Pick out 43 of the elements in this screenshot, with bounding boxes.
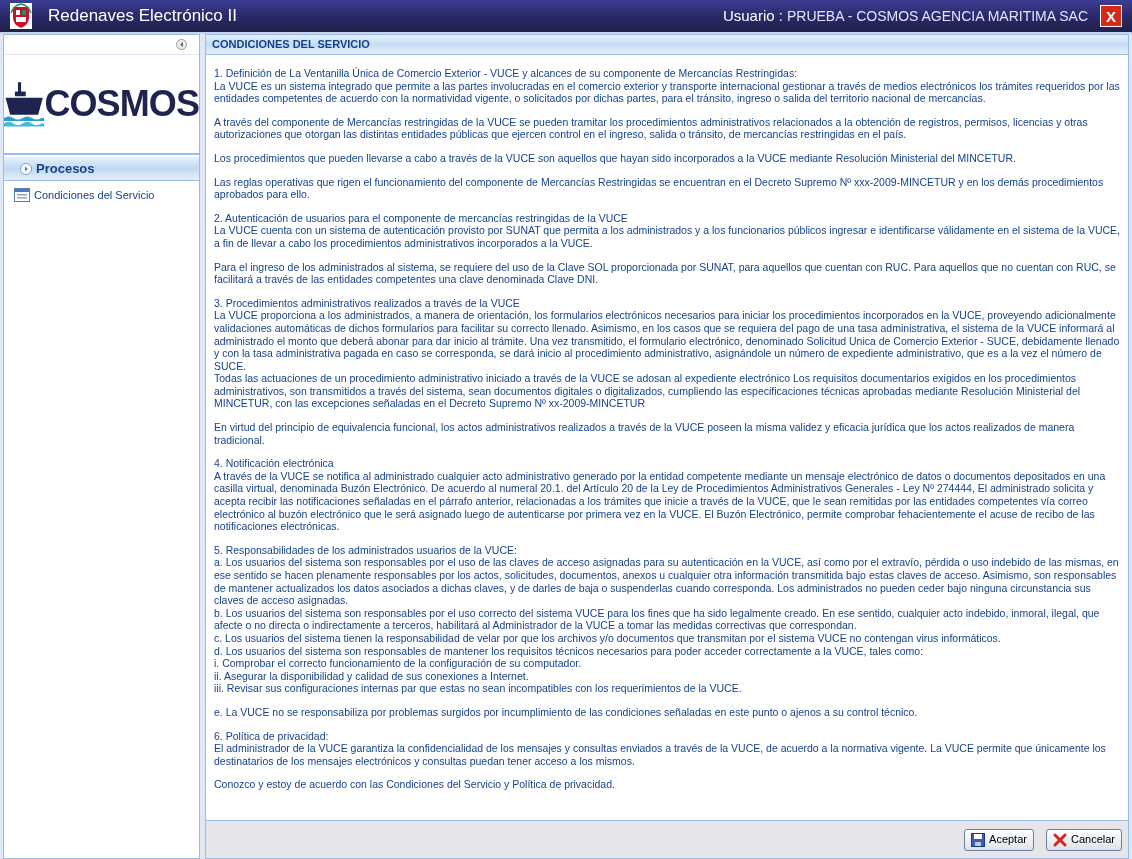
expand-icon xyxy=(20,162,32,175)
terms-paragraph: En virtud del principio de equivalencia funcional, los actos administrativos realizados a través de la VUCE poseen la misma validez y eficacia jurídica que los actos realizados de manera tradicional. xyxy=(214,421,1076,447)
app-title: Redenaves Electrónico II xyxy=(48,5,237,28)
terms-paragraph: Conozco y estoy de acuerdo con las Condiciones del Servicio y Política de privacidad. xyxy=(214,778,616,791)
terms-paragraph: 3. Procedimientos administrativos realizados a través de la VUCE xyxy=(214,296,521,310)
terms-paragraph: a. Los usuarios del sistema son responsables por el uso de las claves de acceso asignadas para su autenticación en la VUCE, así como por el extravío, pérdida o uso indebido de las mismas, en ese sentido se hacen plenamente responsables por los actos, solicitudes, documentos, anexos u cualquier otra información transmitida bajo estas claves de acceso. Asimismo, son responsables de mantener actualizados los datos asociados a dichas claves, y de darles de baja o suspenderlas cuando corresponda. Los administrados no pueden ceder bajo ninguna circunstancia sus claves de acceso asignadas. xyxy=(214,556,1120,607)
terms-paragraph: 6. Política de privacidad: xyxy=(214,729,330,743)
terms-paragraph: El administrador de la VUCE garantiza la confidencialidad de los mensajes y consultas enviados a través de la VUCE, de acuerdo a la normativa vigente. La VUCE permite que únicamente los destinatarios de los mensajes electrónicos y consultas puedan tener acceso a los mismos. xyxy=(214,742,1107,768)
terms-paragraph: A través de la VUCE se notifica al administrado cualquier acto administrativo generado por la entidad competente mediante un mensaje electrónico de datos o documentos depositados en una casilla virtual, denominada Buzón Electrónico. De acuerdo al numeral 20.1. del Artículo 20 de la Ley de Procedimientos Administrativos Generales - Ley Nº 274444, El administrado solicita y acepta recibir las notificaciones señaladas en el párrafo anterior, relacionadas a los trámites que inicie a través de la VUCE, que le sean remitidas por las entidades competentes vía correo electrónico al buzón electrónico que le será asignado luego de autenticarse por primera vez en la VUCE. El Buzón Electrónico, permite comprobar fehacientemente el acuse de recibo de las notificaciones electrónicas. xyxy=(214,469,1107,533)
terms-paragraph: e. La VUCE no se responsabiliza por problemas surgidos por incumplimiento de las condiciones señaladas en este punto o ajenos a su control técnico. xyxy=(214,705,919,719)
collapse-icon[interactable] xyxy=(176,39,187,50)
terms-paragraph: c. Los usuarios del sistema tienen la responsabilidad de velar por que los archivos y/o documentos que transmitan por el sistema VUCE no contengan virus informáticos. xyxy=(214,631,1002,645)
terms-paragraph: b. Los usuarios del sistema son responsables por el uso correcto del sistema VUCE para los fines que ha sido legalmente creado. En ese sentido, cualquier acto indebido, inmoral, ilegal, que afecte o no directa o indirectamente a terceros, habilitará al Administrador de la VUCE a tomar las medidas correctivas que correspondan. xyxy=(214,606,1101,632)
terms-paragraph: La VUCE cuenta con un sistema de autenticación provisto por SUNAT que permita a los administrados y a los funcionarios públicos ingresar e identificarse válidamente en el sistema de la VUCE, a fin de llevar a cabo los procedimientos administrativos incorporados a la VUCE. xyxy=(214,224,1120,250)
terms-paragraph: La VUCE es un sistema integrado que permite a las partes involucradas en el comercio exterior y transporte internacional gestionar a través de medios electrónicos los trámites requeridos por las entidades competentes de acuerdo con la normatividad vigente, o solicitados por dichas partes, para el tránsito, ingreso o salida del territorio nacional de mercancías. xyxy=(214,79,1120,105)
terms-paragraph: d. Los usuarios del sistema son responsables de mantener los requisitos técnicos necesarios para poder acceder correctamente a la VUCE, tales como: xyxy=(214,644,925,658)
terms-paragraph: Para el ingreso de los administrados al sistema, se requiere del uso de la Clave SOL proporcionada por SUNAT, para aquellos que cuentan con RUC. Para aquellos que no cuentan con RUC, se facilitará a través de las entidades competentes una clave denominada Clave DNI. xyxy=(214,260,1117,286)
terms-paragraph: A través del componente de Mercancías restringidas de la VUCE se pueden tramitar los procedimientos administrativos relacionados a la obtención de registros, permisos, licencias y otras autorizaciones que otorgan las distintas entidades públicas que ejercen control en el ingreso, salida o tránsito, de mercancías restringidas en el país. xyxy=(214,115,1089,141)
close-button[interactable]: X xyxy=(1100,5,1122,27)
terms-paragraph: La VUCE proporciona a los administrados, a manera de orientación, los formularios electrónicos necesarios para iniciar los procedimientos incorporados en la VUCE, proveyendo adicionalmente validaciones automáticas de dichos formularios para facilitar su correcto llenado. Asimismo, en los casos que se requiera del pago de una tasa administrativa, el sistema de la VUCE informará al administrado el monto que deberá abonar para dar inicio al trámite. Una vez transmitido, el formulario electrónico, denominado Solicitud Unica de Comercio Exterior - SUCE, debidamente llenado y con la tasa administrativa pagada en caso se corresponda, se dará inicio al procedimiento administrativo, asignándole un número de expediente administrativo, que es a la vez el número de SUCE. xyxy=(214,309,1120,373)
section-title: Procesos xyxy=(36,159,95,178)
terms-paragraph: 5. Responsabilidades de los administrados usuarios de la VUCE: xyxy=(214,543,518,557)
user-label: Usuario : xyxy=(722,5,783,26)
form-icon xyxy=(14,188,30,203)
sidebar-item[interactable]: Condiciones del Servicio xyxy=(4,181,199,210)
terms-paragraph: Las reglas operativas que rigen el funcionamiento del componente de Mercancías Restringidas se encuentran en el Decreto Supremo Nº xxx-2009-MINCETUR y en los demás procedimientos aprobados para ello. xyxy=(214,175,1105,201)
user-name: PRUEBA - COSMOS AGENCIA MARITIMA SAC xyxy=(786,6,1088,26)
accept-button[interactable]: Aceptar xyxy=(964,828,1034,851)
terms-paragraph: 2. Autenticación de usuarios para el componente de mercancías restringidas de la VUCE xyxy=(214,211,629,225)
section-header[interactable]: Procesos xyxy=(4,157,199,181)
terms-paragraph: Todas las actuaciones de un procedimiento administrativo iniciado a través de la VUCE se adosan al expediente electrónico Los requisitos documentarios exigidos en los procedimientos administrativos, son transmitidos a través del sistema, sean documentos digitales o digitalizados, cumpliendo las especificaciones técnicas aprobadas mediante Resolución Ministerial del MINCETUR, con las excepciones señaladas en el Decreto Supremo Nº xx-2009-MINCETUR xyxy=(214,372,1082,411)
terms-paragraph: i. Comprobar el correcto funcionamiento de la configuración de su computador. xyxy=(214,657,583,670)
terms-paragraph: 4. Notificación electrónica xyxy=(214,457,335,470)
logo-text: COSMOS xyxy=(44,82,199,126)
coat-of-arms-icon xyxy=(10,3,32,29)
terms-paragraph: ii. Asegurar la disponibilidad y calidad de sus conexiones a Internet. xyxy=(214,669,530,683)
panel-title: CONDICIONES DEL SERVICIO xyxy=(212,37,370,53)
terms-paragraph: Los procedimientos que pueden llevarse a cabo a través de la VUCE son aquellos que hayan sido incorporados a la VUCE mediante Resolución Ministerial del MINCETUR. xyxy=(214,151,1017,165)
save-icon xyxy=(971,832,986,847)
terms-paragraph: iii. Revisar sus configuraciones internas par que estas no sean incompatibles con los requerimientos de la VUCE. xyxy=(214,682,743,695)
close-icon xyxy=(1052,832,1067,847)
cancel-button[interactable]: Cancelar xyxy=(1045,828,1122,851)
terms-paragraph: 1. Definición de La Ventanilla Única de Comercio Exterior - VUCE y alcances de su componente de Mercancías Restringidas: xyxy=(214,67,799,80)
